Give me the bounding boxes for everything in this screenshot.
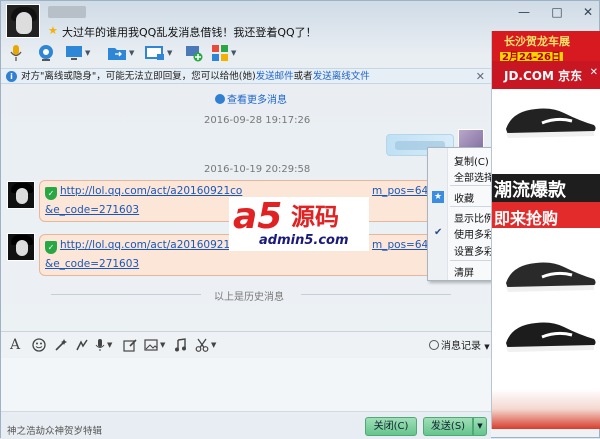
message-link-line2[interactable]: &e_code=271603: [45, 254, 484, 274]
screen-share-icon: [145, 46, 164, 60]
add-chat-icon: [186, 46, 203, 62]
message-link[interactable]: http://lol.qq.com/act/a20160921co: [60, 185, 242, 197]
shake-window-icon[interactable]: [75, 337, 89, 353]
close-window-button[interactable]: ✕: [580, 5, 596, 19]
top-toolbar: ▼ ▼ ▼ ▼: [1, 41, 491, 67]
group-chat-button[interactable]: [185, 43, 203, 63]
apps-button[interactable]: ▼: [211, 43, 236, 63]
clock-icon: [429, 340, 439, 350]
magic-wand-icon[interactable]: [54, 337, 68, 353]
microphone-icon: [10, 45, 22, 61]
menu-item-favorite[interactable]: 收藏: [454, 190, 474, 205]
sneaker-image: [506, 322, 596, 352]
message-link-tail[interactable]: m_pos=641: [372, 235, 435, 255]
jd-brand-bar: JD.COM 京东 ✕: [492, 61, 600, 89]
sneaker-image: [506, 262, 596, 292]
title-bar: ★ 大过年的谁用我QQ乱发消息借钱！我还登着QQ了！: [1, 1, 491, 41]
apps-grid-icon: [212, 45, 228, 61]
input-toolbar: A ▼ ▼ ▼ 消息记录 ▼: [1, 331, 491, 357]
ad-footer-graphic: [492, 389, 600, 429]
bottom-bar: 神之浩劫众神贺岁特辑 关闭(C) 发送(S) ▼: [1, 411, 491, 439]
clock-icon: [215, 94, 225, 104]
remote-desktop-button[interactable]: ▼: [65, 43, 90, 63]
voice-call-button[interactable]: [9, 43, 23, 63]
folder-icon: [108, 48, 126, 60]
peer-avatar[interactable]: [7, 233, 35, 261]
view-more-messages-link[interactable]: 查看更多消息: [215, 91, 287, 106]
contact-signature: 大过年的谁用我QQ乱发消息借钱！我还登着QQ了！: [62, 26, 317, 39]
favorite-star-icon: ★: [432, 191, 444, 203]
screen-share-button[interactable]: ▼: [145, 43, 172, 63]
message-history-button[interactable]: 消息记录 ▼: [429, 337, 490, 352]
font-icon[interactable]: A: [10, 337, 20, 353]
timestamp: 2016-09-28 19:17:26: [204, 115, 311, 126]
monitor-icon: [66, 46, 82, 60]
image-button[interactable]: ▼: [144, 337, 165, 353]
music-note-icon[interactable]: [174, 337, 186, 353]
chat-window: ★ 大过年的谁用我QQ乱发消息借钱！我还登着QQ了！ — □ ✕ ▼ ▼ ▼ ▼: [0, 0, 600, 439]
star-icon: ★: [48, 24, 58, 37]
close-notice-icon[interactable]: ✕: [476, 69, 485, 83]
video-call-button[interactable]: [37, 43, 55, 63]
menu-item-copy[interactable]: 复制(C): [454, 153, 489, 168]
send-options-dropdown[interactable]: ▼: [473, 417, 487, 436]
voice-message-button[interactable]: ▼: [95, 337, 112, 353]
message-input[interactable]: [1, 358, 491, 411]
admin5-watermark-logo: a5 源码 admin5.com: [229, 197, 369, 251]
menu-item-zoom[interactable]: 显示比例: [454, 210, 494, 225]
footer-promo-text[interactable]: 神之浩劫众神贺岁特辑: [7, 423, 102, 437]
message-link-tail[interactable]: m_pos=641: [372, 181, 435, 201]
scissors-icon: [195, 338, 209, 352]
verified-shield-icon: ✓: [45, 241, 57, 254]
image-icon: [144, 339, 158, 351]
ad-header: 长沙贺龙车展 2月24-26日: [492, 31, 600, 63]
history-separator: 以上是历史消息: [31, 288, 461, 303]
jd-logo: JD.COM 京东: [504, 69, 583, 83]
peer-avatar[interactable]: [7, 181, 35, 209]
ad-panel[interactable]: 长沙贺龙车展 2月24-26日 JD.COM 京东 ✕ 潮流爆款 即来抢购: [491, 31, 600, 429]
notice-text: 对方"离线或隐身"，可能无法立即回复，您可以给他(她): [21, 71, 256, 82]
send-button[interactable]: 发送(S): [423, 417, 473, 436]
send-email-link[interactable]: 发送邮件: [256, 71, 294, 82]
maximize-button[interactable]: □: [549, 5, 565, 19]
microphone-icon: [95, 339, 105, 351]
verified-shield-icon: ✓: [45, 187, 57, 200]
send-offline-file-link[interactable]: 发送离线文件: [313, 71, 370, 82]
emoji-icon[interactable]: [32, 337, 46, 353]
info-icon: i: [6, 71, 17, 82]
checkmark-icon: ✔: [434, 227, 443, 238]
sneaker-image: [506, 108, 596, 138]
contact-avatar[interactable]: [6, 4, 40, 38]
timestamp: 2016-10-19 20:29:58: [204, 164, 311, 175]
message-link[interactable]: http://lol.qq.com/act/a20160921co: [60, 239, 242, 251]
screenshot-button[interactable]: ▼: [195, 337, 216, 353]
notice-or-text: 或者: [293, 71, 313, 82]
contact-nickname-blurred[interactable]: [48, 6, 86, 18]
close-button[interactable]: 关闭(C): [365, 417, 417, 436]
ad-slogan-1: 潮流爆款: [492, 174, 600, 202]
ad-headline: 长沙贺龙车展: [504, 35, 570, 48]
close-ad-icon[interactable]: ✕: [590, 67, 598, 78]
send-file-button[interactable]: ▼: [107, 43, 134, 63]
minimize-button[interactable]: —: [516, 5, 532, 19]
offline-notice-bar: i 对方"离线或隐身"，可能无法立即回复，您可以给他(她)发送邮件或者发送离线文…: [1, 68, 491, 84]
webcam-icon: [39, 45, 53, 61]
edit-icon[interactable]: [123, 337, 137, 353]
ad-slogan-2: 即来抢购: [492, 202, 600, 228]
menu-item-clear-screen[interactable]: 清屏: [454, 264, 474, 279]
